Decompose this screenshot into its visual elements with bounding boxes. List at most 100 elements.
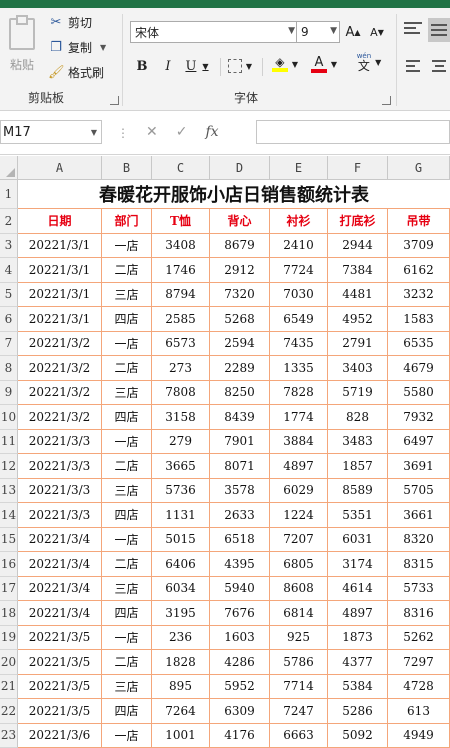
grow-font-button[interactable]: A▲	[344, 22, 362, 42]
row-header[interactable]: 2	[0, 209, 18, 234]
data-cell[interactable]: 4897	[328, 601, 388, 626]
data-cell[interactable]: 20221/3/1	[18, 283, 102, 308]
data-cell[interactable]: 3195	[152, 601, 210, 626]
row-header[interactable]: 12	[0, 454, 18, 479]
header-cell[interactable]: 衬衫	[270, 209, 328, 234]
paste-button[interactable]: 粘贴	[6, 14, 38, 86]
insert-function-icon[interactable]: fx	[205, 124, 218, 140]
data-cell[interactable]: 20221/3/3	[18, 430, 102, 455]
data-cell[interactable]: 6406	[152, 552, 210, 577]
data-cell[interactable]: 2289	[210, 356, 270, 381]
data-cell[interactable]: 20221/3/2	[18, 332, 102, 357]
data-cell[interactable]: 4949	[388, 724, 450, 748]
data-cell[interactable]: 5351	[328, 503, 388, 528]
row-header[interactable]: 19	[0, 626, 18, 651]
data-cell[interactable]: 1746	[152, 258, 210, 283]
data-cell[interactable]: 三店	[102, 283, 152, 308]
enter-icon[interactable]: ✓	[176, 124, 188, 140]
data-cell[interactable]: 7435	[270, 332, 328, 357]
row-header[interactable]: 21	[0, 675, 18, 700]
data-cell[interactable]: 8608	[270, 577, 328, 602]
copy-button[interactable]: ❐ 复制 ▼	[48, 37, 106, 57]
data-cell[interactable]: 4614	[328, 577, 388, 602]
select-all-corner[interactable]	[0, 156, 18, 180]
data-cell[interactable]: 7320	[210, 283, 270, 308]
data-cell[interactable]: 6034	[152, 577, 210, 602]
data-cell[interactable]: 20221/3/5	[18, 650, 102, 675]
data-cell[interactable]: 3691	[388, 454, 450, 479]
data-cell[interactable]: 20221/3/5	[18, 675, 102, 700]
data-cell[interactable]: 四店	[102, 601, 152, 626]
data-cell[interactable]: 1001	[152, 724, 210, 748]
data-cell[interactable]: 5705	[388, 479, 450, 504]
data-cell[interactable]: 7828	[270, 381, 328, 406]
data-cell[interactable]: 20221/3/1	[18, 307, 102, 332]
data-cell[interactable]: 1603	[210, 626, 270, 651]
data-cell[interactable]: 4286	[210, 650, 270, 675]
row-header[interactable]: 13	[0, 479, 18, 504]
data-cell[interactable]: 6573	[152, 332, 210, 357]
header-cell[interactable]: 背心	[210, 209, 270, 234]
data-cell[interactable]: 7724	[270, 258, 328, 283]
data-cell[interactable]: 273	[152, 356, 210, 381]
copy-dropdown-icon[interactable]: ▼	[100, 43, 106, 52]
data-cell[interactable]: 四店	[102, 307, 152, 332]
data-cell[interactable]: 7932	[388, 405, 450, 430]
data-cell[interactable]: 3661	[388, 503, 450, 528]
data-cell[interactable]: 3665	[152, 454, 210, 479]
data-cell[interactable]: 2633	[210, 503, 270, 528]
column-header-E[interactable]: E	[270, 156, 328, 180]
data-cell[interactable]: 6309	[210, 699, 270, 724]
data-cell[interactable]: 3403	[328, 356, 388, 381]
row-header[interactable]: 20	[0, 650, 18, 675]
data-cell[interactable]: 5580	[388, 381, 450, 406]
data-cell[interactable]: 四店	[102, 503, 152, 528]
data-cell[interactable]: 925	[270, 626, 328, 651]
data-cell[interactable]: 20221/3/3	[18, 454, 102, 479]
header-cell[interactable]: 吊带	[388, 209, 450, 234]
data-cell[interactable]: 2912	[210, 258, 270, 283]
data-cell[interactable]: 6535	[388, 332, 450, 357]
sheet-title[interactable]: 春暖花开服饰小店日销售额统计表	[18, 180, 450, 209]
align-left-icon[interactable]	[406, 60, 420, 72]
data-cell[interactable]: 8250	[210, 381, 270, 406]
row-header[interactable]: 11	[0, 430, 18, 455]
font-launcher-icon[interactable]	[382, 96, 391, 105]
column-header-A[interactable]: A	[18, 156, 102, 180]
data-cell[interactable]: 5733	[388, 577, 450, 602]
align-center-icon[interactable]	[432, 60, 446, 72]
data-cell[interactable]: 6162	[388, 258, 450, 283]
align-middle-button[interactable]	[428, 18, 450, 42]
data-cell[interactable]: 5384	[328, 675, 388, 700]
data-cell[interactable]: 一店	[102, 724, 152, 748]
name-box[interactable]: M17 ▼	[0, 120, 102, 144]
data-cell[interactable]: 2594	[210, 332, 270, 357]
data-cell[interactable]: 6029	[270, 479, 328, 504]
data-cell[interactable]: 5940	[210, 577, 270, 602]
cut-button[interactable]: ✂ 剪切	[48, 12, 92, 32]
data-cell[interactable]: 20221/3/5	[18, 699, 102, 724]
data-cell[interactable]: 5262	[388, 626, 450, 651]
data-cell[interactable]: 1131	[152, 503, 210, 528]
data-cell[interactable]: 20221/3/1	[18, 258, 102, 283]
data-cell[interactable]: 5952	[210, 675, 270, 700]
data-cell[interactable]: 4176	[210, 724, 270, 748]
row-header[interactable]: 6	[0, 307, 18, 332]
data-cell[interactable]: 4377	[328, 650, 388, 675]
row-header[interactable]: 15	[0, 528, 18, 553]
format-painter-button[interactable]: 🖌 格式刷	[48, 62, 104, 82]
data-cell[interactable]: 8679	[210, 234, 270, 259]
row-header[interactable]: 10	[0, 405, 18, 430]
data-cell[interactable]: 613	[388, 699, 450, 724]
data-cell[interactable]: 8315	[388, 552, 450, 577]
data-cell[interactable]: 三店	[102, 381, 152, 406]
data-cell[interactable]: 5736	[152, 479, 210, 504]
row-header[interactable]: 17	[0, 577, 18, 602]
data-cell[interactable]: 6031	[328, 528, 388, 553]
data-cell[interactable]: 二店	[102, 258, 152, 283]
row-header[interactable]: 22	[0, 699, 18, 724]
data-cell[interactable]: 8794	[152, 283, 210, 308]
font-size-select[interactable]: 9 ▼	[296, 21, 340, 43]
data-cell[interactable]: 20221/3/2	[18, 356, 102, 381]
data-cell[interactable]: 1828	[152, 650, 210, 675]
